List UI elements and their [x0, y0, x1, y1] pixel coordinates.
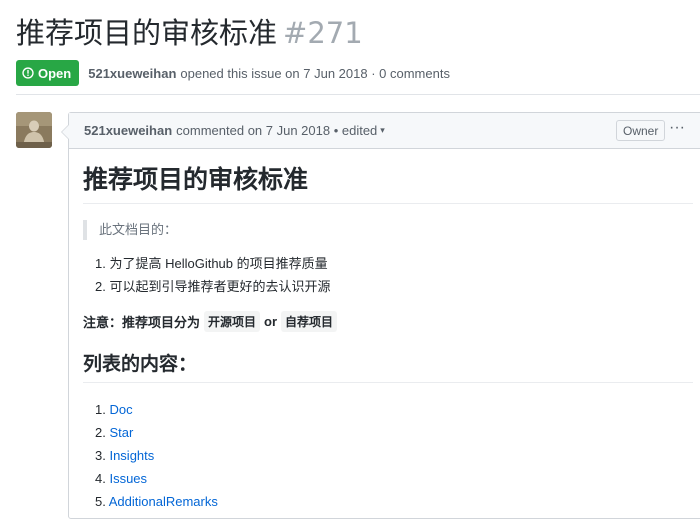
comment-header: 521xueweihan commented on 7 Jun 2018 • e… [69, 113, 700, 149]
comment-meta[interactable]: commented on 7 Jun 2018 • edited [176, 123, 377, 138]
issue-title: 推荐项目的审核标准 [16, 16, 278, 50]
issue-opened-icon [22, 67, 34, 79]
toc-link-additional-remarks[interactable]: AdditionalRemarks [109, 494, 218, 509]
toc-item: 3. Insights [95, 444, 693, 467]
toc-item-number: 4. [95, 471, 106, 486]
purpose-list: 1. 为了提高 HelloGithub 的项目推荐质量 2. 可以起到引导推荐者… [83, 252, 693, 298]
toc-link-star[interactable]: Star [109, 425, 133, 440]
toc-list: 1. Doc 2. Star 3. Insights 4. Issues 5. … [83, 398, 693, 513]
owner-badge: Owner [616, 120, 666, 141]
header-divider [16, 94, 700, 95]
issue-number: #271 [283, 16, 363, 50]
comment-box: 521xueweihan commented on 7 Jun 2018 • e… [61, 112, 700, 519]
toc-heading: 列表的内容： [83, 352, 693, 383]
avatar-image [16, 112, 52, 148]
list-item-number: 1. [95, 256, 106, 271]
issue-author-link[interactable]: 521xueweihan [88, 66, 176, 81]
avatar[interactable] [16, 112, 52, 148]
comment-body: 推荐项目的审核标准 此文档目的： 1. 为了提高 HelloGithub 的项目… [69, 165, 700, 513]
caret-down-icon[interactable]: ▾ [380, 125, 385, 136]
list-item-text: 可以起到引导推荐者更好的去认识开源 [109, 279, 331, 294]
list-item: 1. 为了提高 HelloGithub 的项目推荐质量 [95, 252, 693, 275]
comment-author-link[interactable]: 521xueweihan [84, 123, 172, 138]
issue-header: 推荐项目的审核标准 #271 Open 521xueweihan opened t… [16, 10, 700, 86]
list-item-text: 为了提高 HelloGithub 的项目推荐质量 [109, 256, 328, 271]
toc-item: 5. AdditionalRemarks [95, 490, 693, 513]
toc-item-number: 3. [95, 448, 106, 463]
list-item-number: 2. [95, 279, 106, 294]
toc-item-number: 2. [95, 425, 106, 440]
toc-item-number: 1. [95, 402, 106, 417]
body-heading: 推荐项目的审核标准 [83, 165, 693, 204]
toc-link-issues[interactable]: Issues [109, 471, 147, 486]
kebab-menu-icon[interactable]: ··· [669, 119, 685, 137]
code-self-recommend: 自荐项目 [281, 310, 338, 332]
issue-title-row: 推荐项目的审核标准 #271 [16, 10, 700, 52]
body-note: 注意：推荐项目分为 开源项目 or 自荐项目 [83, 310, 693, 332]
toc-item: 2. Star [95, 421, 693, 444]
toc-item: 4. Issues [95, 467, 693, 490]
toc-item-number: 5. [95, 494, 106, 509]
toc-item: 1. Doc [95, 398, 693, 421]
list-item: 2. 可以起到引导推荐者更好的去认识开源 [95, 275, 693, 298]
note-prefix: 注意：推荐项目分为 [83, 314, 201, 330]
issue-meta: Open 521xueweihan opened this issue on 7… [16, 60, 700, 86]
body-quote: 此文档目的： [83, 220, 693, 240]
code-open-source: 开源项目 [204, 310, 261, 332]
toc-link-doc[interactable]: Doc [109, 402, 132, 417]
toc-link-insights[interactable]: Insights [109, 448, 154, 463]
issue-meta-text: opened this issue on 7 Jun 2018 · 0 comm… [180, 65, 450, 81]
note-or: or [264, 313, 278, 329]
state-label: Open [38, 65, 72, 81]
state-badge: Open [16, 60, 80, 86]
